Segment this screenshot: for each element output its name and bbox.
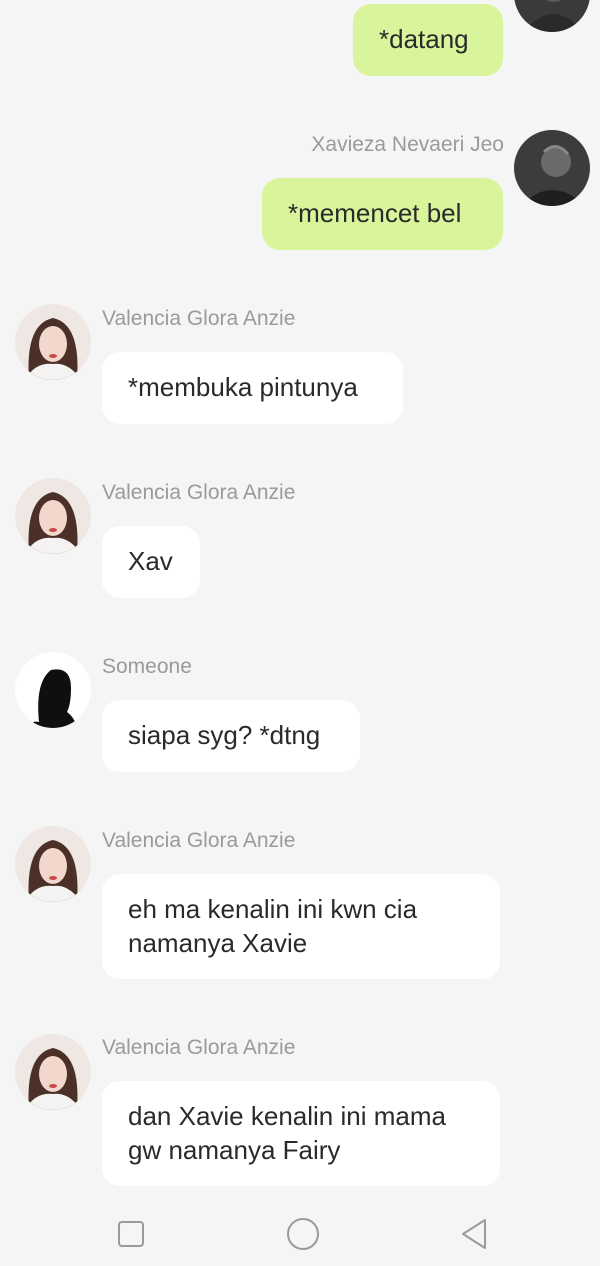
square-recent-apps-icon [118, 1221, 144, 1247]
message-bubble[interactable]: *memencet bel [262, 178, 503, 250]
profile-photo-icon [15, 1034, 91, 1110]
message-bubble[interactable]: siapa syg? *dtng [102, 700, 360, 772]
profile-photo-icon [15, 478, 91, 554]
sender-name: Valencia Glora Anzie [102, 481, 296, 504]
profile-photo-icon [514, 0, 590, 32]
sender-name: Valencia Glora Anzie [102, 307, 296, 330]
profile-photo-icon [514, 130, 590, 206]
message-bubble[interactable]: dan Xavie kenalin ini mama gw namanya Fa… [102, 1081, 500, 1186]
sender-name: Xavieza Nevaeri Jeo [311, 133, 504, 156]
circle-home-icon [287, 1218, 319, 1250]
message-bubble[interactable]: *datang [353, 4, 503, 76]
sender-name: Valencia Glora Anzie [102, 1036, 296, 1059]
message-text: *datang [379, 24, 469, 54]
profile-photo-icon [15, 304, 91, 380]
message-text: *membuka pintunya [128, 372, 358, 402]
triangle-back-icon [462, 1219, 486, 1249]
navigation-bar [0, 1200, 600, 1266]
message-bubble[interactable]: Xav [102, 526, 200, 598]
avatar-valencia[interactable] [15, 826, 91, 902]
message-bubble[interactable]: *membuka pintunya [102, 352, 403, 424]
message-text: eh ma kenalin ini kwn cia namanya Xavie [128, 894, 418, 958]
recent-apps-button[interactable] [111, 1214, 151, 1254]
avatar-valencia[interactable] [15, 304, 91, 380]
avatar-someone[interactable] [15, 652, 91, 728]
message-bubble[interactable]: eh ma kenalin ini kwn cia namanya Xavie [102, 874, 500, 979]
avatar-valencia[interactable] [15, 478, 91, 554]
home-button[interactable] [283, 1214, 323, 1254]
sender-name: Valencia Glora Anzie [102, 829, 296, 852]
avatar-xavieza[interactable] [514, 130, 590, 206]
back-button[interactable] [455, 1214, 495, 1254]
message-text: *memencet bel [288, 198, 462, 228]
avatar-xavieza[interactable] [514, 0, 590, 32]
avatar-valencia[interactable] [15, 1034, 91, 1110]
silhouette-avatar-icon [15, 652, 91, 728]
message-text: siapa syg? *dtng [128, 720, 321, 750]
message-text: dan Xavie kenalin ini mama gw namanya Fa… [128, 1101, 446, 1165]
sender-name: Someone [102, 655, 192, 678]
profile-photo-icon [15, 826, 91, 902]
message-text: Xav [128, 546, 173, 576]
